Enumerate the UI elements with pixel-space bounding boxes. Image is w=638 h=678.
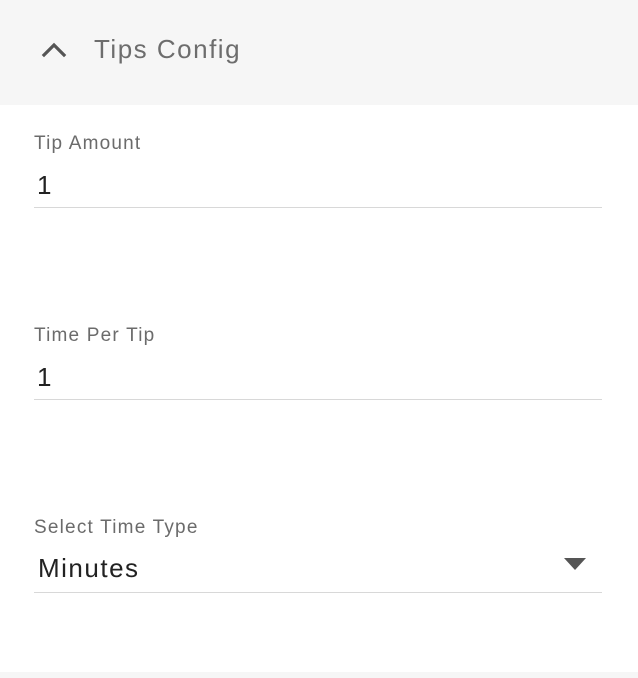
time-type-selected-value: Minutes <box>38 553 140 583</box>
tips-config-panel: Tips Config Tip Amount Time Per Tip Sele… <box>0 0 638 678</box>
time-per-tip-label: Time Per Tip <box>34 325 156 346</box>
panel-title: Tips Config <box>94 34 242 64</box>
time-per-tip-input[interactable] <box>34 356 602 400</box>
chevron-up-icon[interactable] <box>40 36 68 64</box>
panel-bottom-divider <box>0 672 638 678</box>
tip-amount-label: Tip Amount <box>34 133 142 154</box>
tips-config-header[interactable]: Tips Config <box>0 0 638 105</box>
time-type-label: Select Time Type <box>34 517 199 538</box>
time-type-select[interactable]: Minutes <box>34 548 602 593</box>
caret-down-icon <box>564 558 586 570</box>
tip-amount-input[interactable] <box>34 164 602 208</box>
